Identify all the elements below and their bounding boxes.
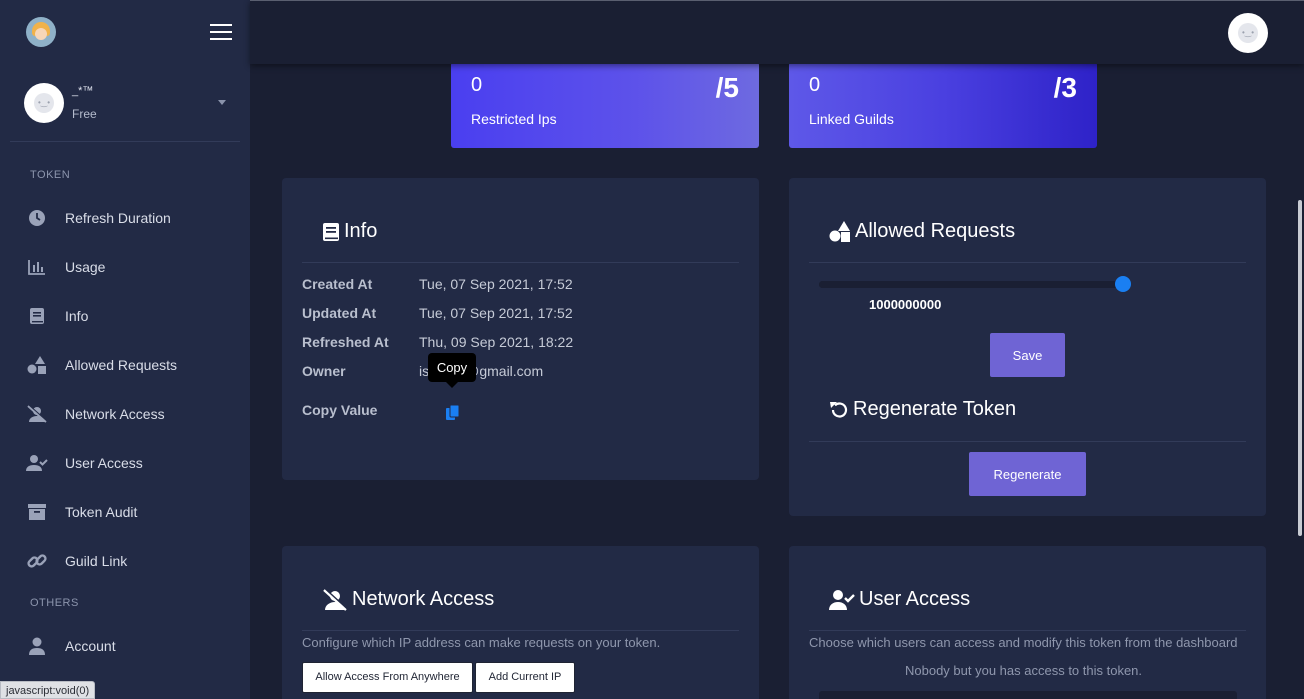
- info-card: Info Created At Tue, 07 Sep 2021, 17:52 U…: [282, 178, 759, 480]
- undo-icon: [829, 400, 849, 420]
- sidebar-item-label: Network Access: [65, 405, 165, 422]
- sidebar-item-label: Token Audit: [65, 503, 138, 520]
- user-slash-icon: [26, 403, 48, 425]
- card-title-text: Info: [344, 220, 378, 242]
- sidebar-item-label: User Access: [65, 454, 143, 471]
- info-key: Owner: [302, 363, 346, 379]
- info-row-owner: Owner is @gmail.com: [302, 363, 543, 379]
- info-key: Created At: [302, 276, 373, 292]
- linked-guilds-card: 0 /3 Linked Guilds: [789, 62, 1097, 148]
- card-title-text: Regenerate Token: [853, 398, 1017, 420]
- sidebar-header: [0, 0, 250, 64]
- copy-icon[interactable]: [446, 404, 460, 426]
- info-row-created: Created At Tue, 07 Sep 2021, 17:52: [302, 276, 573, 292]
- top-bar: •‿•: [250, 0, 1304, 64]
- card-title-text: Allowed Requests: [855, 220, 1016, 242]
- allow-access-anywhere-button[interactable]: Allow Access From Anywhere: [302, 662, 473, 693]
- user-access-empty-text: Nobody but you has access to this token.: [905, 663, 1143, 678]
- network-access-card: Network Access Configure which IP addres…: [282, 546, 759, 699]
- info-row-copy: Copy Value: [302, 402, 419, 418]
- menu-toggle-icon[interactable]: [210, 24, 232, 40]
- slider-thumb[interactable]: [1115, 276, 1131, 292]
- info-value: Thu, 09 Sep 2021, 18:22: [419, 334, 574, 350]
- sidebar-item-label: Refresh Duration: [65, 209, 171, 226]
- clock-icon: [26, 207, 48, 229]
- allowed-requests-title: Allowed Requests: [829, 220, 1015, 243]
- copy-tooltip: Copy: [428, 353, 476, 388]
- sidebar-item-account[interactable]: Account: [0, 621, 250, 670]
- user-slash-icon: [322, 588, 348, 611]
- sidebar-item-refresh-duration[interactable]: Refresh Duration: [0, 193, 250, 242]
- info-value: Tue, 07 Sep 2021, 17:52: [419, 305, 573, 321]
- info-title: Info: [322, 220, 377, 243]
- sidebar-item-token-audit[interactable]: Token Audit: [0, 487, 250, 536]
- network-access-title: Network Access: [322, 588, 494, 611]
- add-current-ip-button[interactable]: Add Current IP: [475, 662, 575, 693]
- network-access-description: Configure which IP address can make requ…: [302, 635, 661, 650]
- avatar: •‿•: [24, 82, 64, 123]
- section-label-others: OTHERS: [30, 597, 79, 609]
- slider-fill: [819, 281, 1123, 288]
- stat-value: 0: [471, 74, 483, 96]
- sidebar-item-guild-link[interactable]: Guild Link: [0, 536, 250, 585]
- chevron-down-icon: [218, 100, 226, 105]
- sidebar-item-usage[interactable]: Usage: [0, 242, 250, 291]
- sidebar-item-label: Usage: [65, 258, 106, 275]
- save-button[interactable]: Save: [990, 333, 1065, 377]
- sidebar-item-label: Guild Link: [65, 552, 128, 569]
- bar-chart-icon: [26, 256, 48, 278]
- user-check-icon: [829, 589, 855, 611]
- sidebar-item-label: Account: [65, 637, 116, 654]
- info-row-refreshed: Refreshed At Thu, 09 Sep 2021, 18:22: [302, 334, 573, 350]
- page-scrollbar[interactable]: [1296, 64, 1304, 699]
- sidebar-item-allowed-requests[interactable]: Allowed Requests: [0, 340, 250, 389]
- app-logo[interactable]: [26, 17, 56, 47]
- scrollbar-thumb[interactable]: [1298, 200, 1302, 536]
- stat-label: Linked Guilds: [809, 111, 894, 127]
- user-access-card: User Access Choose which users can acces…: [789, 546, 1266, 699]
- user-name: _*™: [72, 84, 94, 97]
- user-check-icon: [26, 452, 48, 474]
- user-access-title: User Access: [829, 588, 970, 611]
- sidebar-item-label: Allowed Requests: [65, 356, 178, 373]
- link-icon: [26, 550, 48, 572]
- stat-label: Restricted Ips: [471, 111, 557, 127]
- stat-max: /3: [1053, 72, 1077, 103]
- user-icon: [26, 635, 48, 657]
- user-plan: Free: [72, 106, 97, 121]
- sidebar-item-user-access[interactable]: User Access: [0, 438, 250, 487]
- stat-value: 0: [809, 74, 821, 96]
- archive-icon: [26, 501, 48, 523]
- slider-value: 1000000000: [869, 297, 942, 312]
- info-row-updated: Updated At Tue, 07 Sep 2021, 17:52: [302, 305, 573, 321]
- allowed-requests-card: Allowed Requests 1000000000 Save Regener…: [789, 178, 1266, 516]
- info-key: Updated At: [302, 305, 377, 321]
- sidebar-item-info[interactable]: Info: [0, 291, 250, 340]
- regenerate-token-title: Regenerate Token: [829, 398, 1016, 421]
- owner-email-end: @gmail.com: [465, 363, 544, 379]
- browser-status-bar: javascript:void(0): [0, 681, 96, 699]
- sidebar-item-network-access[interactable]: Network Access: [0, 389, 250, 438]
- sidebar-item-label: Info: [65, 307, 89, 324]
- user-dropdown[interactable]: •‿• _*™ Free: [10, 64, 240, 142]
- book-icon: [26, 305, 48, 327]
- sidebar: •‿• _*™ Free TOKEN Refresh Duration Usag…: [0, 0, 250, 699]
- info-key: Copy Value: [302, 402, 378, 418]
- info-value: Tue, 07 Sep 2021, 17:52: [419, 276, 573, 292]
- section-label-token: TOKEN: [30, 169, 71, 181]
- profile-avatar[interactable]: •‿•: [1228, 13, 1268, 53]
- user-access-description: Choose which users can access and modify…: [809, 635, 1238, 650]
- user-search-input[interactable]: [819, 691, 1237, 699]
- shapes-icon: [26, 354, 48, 376]
- restricted-ips-card: 0 /5 Restricted Ips: [451, 62, 759, 148]
- info-key: Refreshed At: [302, 334, 389, 350]
- stat-max: /5: [715, 72, 739, 103]
- card-title-text: Network Access: [352, 588, 495, 610]
- book-icon: [322, 222, 340, 242]
- shapes-icon: [829, 220, 851, 243]
- allowed-requests-slider[interactable]: [819, 276, 1131, 292]
- regenerate-button[interactable]: Regenerate: [969, 452, 1086, 496]
- card-title-text: User Access: [859, 588, 971, 610]
